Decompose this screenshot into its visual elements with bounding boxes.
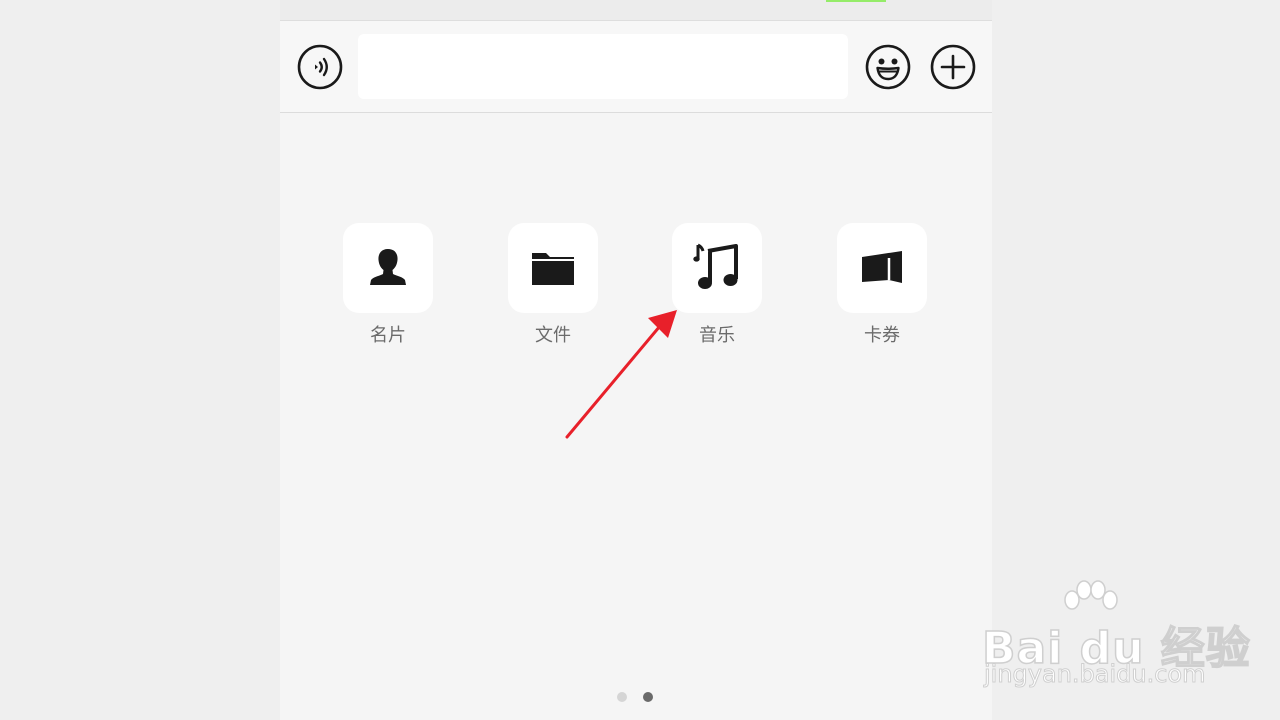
chat-history-edge bbox=[280, 0, 992, 21]
file-label: 文件 bbox=[535, 325, 571, 346]
chat-input-bar bbox=[280, 21, 992, 113]
plus-icon[interactable] bbox=[930, 44, 976, 90]
contact-card-icon bbox=[370, 249, 406, 285]
music-label: 音乐 bbox=[699, 325, 735, 346]
music-tile[interactable] bbox=[672, 223, 762, 313]
watermark-url: jingyan.baidu.com bbox=[983, 660, 1206, 689]
panel-item-card-coupon[interactable]: 卡券 bbox=[837, 223, 927, 353]
card-coupon-tile[interactable] bbox=[837, 223, 927, 313]
emoji-icon[interactable] bbox=[865, 44, 911, 90]
contact-card-label: 名片 bbox=[370, 325, 406, 346]
voice-icon[interactable] bbox=[297, 44, 343, 90]
page-dot-1[interactable] bbox=[617, 692, 627, 702]
panel-item-music[interactable]: 音乐 bbox=[672, 223, 762, 353]
baidu-jingyan-watermark: Bai du 经验 jingyan.baidu.com bbox=[981, 580, 1251, 690]
file-tile[interactable] bbox=[508, 223, 598, 313]
card-coupon-icon bbox=[862, 251, 902, 283]
message-input[interactable] bbox=[358, 34, 848, 99]
folder-icon bbox=[532, 253, 574, 285]
screen: 名片 文件 音乐 卡券 Bai du 经验 jingyan.baidu.com bbox=[0, 0, 1280, 720]
card-coupon-label: 卡券 bbox=[864, 325, 900, 346]
page-dot-2-active[interactable] bbox=[643, 692, 653, 702]
music-icon bbox=[693, 243, 738, 289]
chat-app-window: 名片 文件 音乐 卡券 bbox=[280, 0, 992, 720]
sent-message-bubble-edge bbox=[826, 0, 886, 2]
contact-card-tile[interactable] bbox=[343, 223, 433, 313]
panel-item-contact-card[interactable]: 名片 bbox=[343, 223, 433, 353]
panel-item-file[interactable]: 文件 bbox=[508, 223, 598, 353]
